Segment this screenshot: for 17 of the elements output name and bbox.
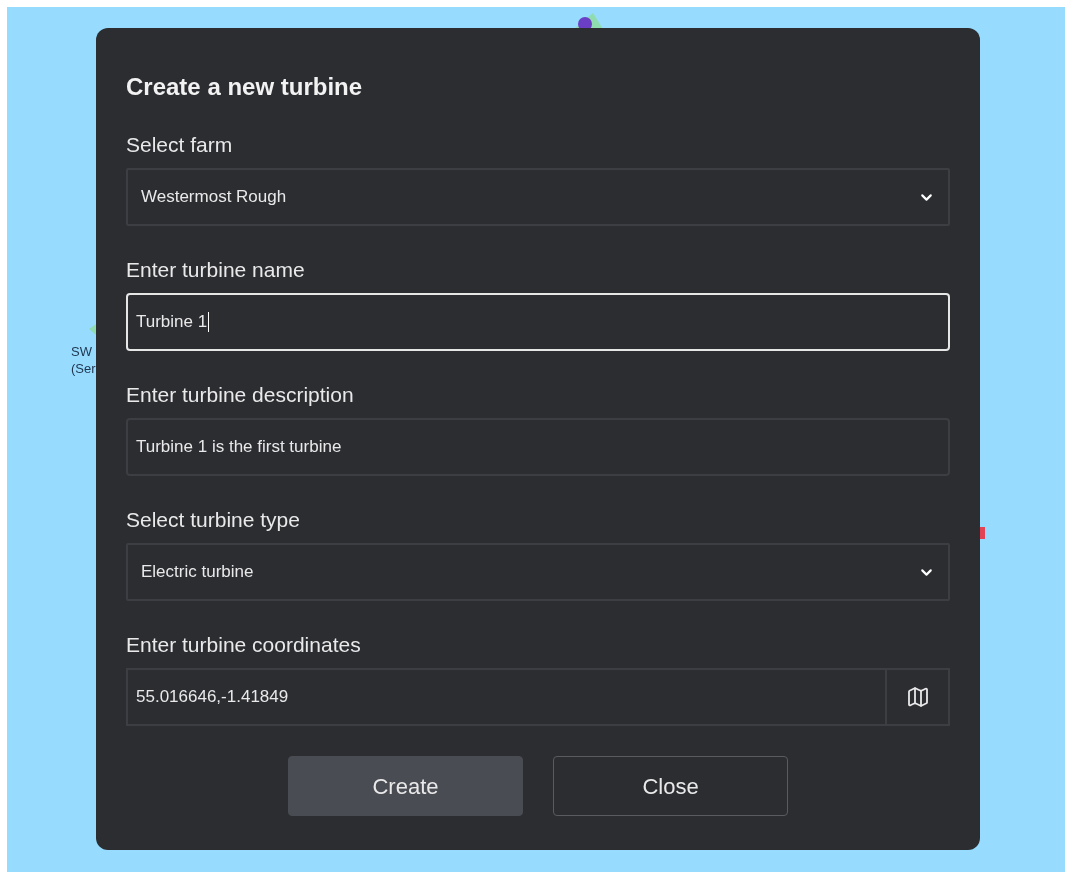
input-field[interactable]: 55.016646,-1.41849 [126, 668, 887, 726]
input-field[interactable]: Turbine 1 [126, 293, 950, 351]
field-label: Enter turbine description [126, 382, 355, 408]
close-button[interactable]: Close [553, 756, 788, 816]
dialog-title: Create a new turbine [126, 72, 364, 102]
map-icon [905, 685, 930, 709]
marker-name: SW [71, 343, 93, 360]
field-label: Enter turbine name [126, 257, 306, 283]
field-label: Select farm [126, 132, 234, 158]
map-button[interactable] [887, 668, 950, 726]
field-label: Select turbine type [126, 507, 301, 533]
create-button[interactable]: Create [288, 756, 523, 816]
select-field[interactable]: Westermost Rough [126, 168, 950, 226]
input-field[interactable]: Turbine 1 is the first turbine [126, 418, 950, 476]
field-label: Enter turbine coordinates [126, 632, 362, 658]
select-field[interactable]: Electric turbine [126, 543, 950, 601]
marker-status: (Ser [71, 360, 96, 377]
